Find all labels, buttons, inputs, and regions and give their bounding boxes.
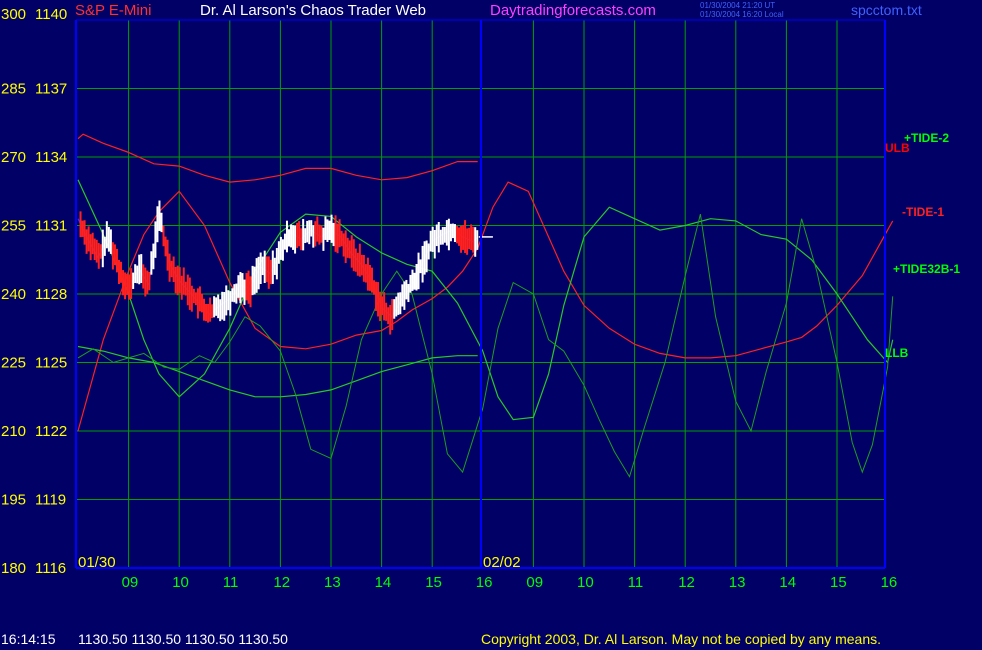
y-left-tick-label: 225 [1,355,26,372]
price-bars [79,200,493,335]
line-label: +TIDE-2 [904,131,949,145]
x-tick-label: 14 [779,574,796,591]
footer-time: 16:14:15 [1,631,56,647]
y-left-tick-label: 195 [1,492,26,509]
x-tick-label: 10 [577,574,594,591]
y-left-tick-label: 240 [1,286,26,303]
page-title: Dr. Al Larson's Chaos Trader Web [200,2,427,19]
y-right-tick-label: 1140 [35,6,67,23]
x-tick-label: 16 [476,574,493,591]
y-right-tick-label: 1116 [35,560,66,577]
local-time: 01/30/2004 16:20 Local [700,10,784,19]
x-tick-label: 10 [172,574,189,591]
y-right-tick-label: 1128 [35,286,67,303]
x-tick-label: 13 [729,574,746,591]
symbol-label: S&P E-Mini [75,2,152,19]
line-label: ULB [885,141,910,155]
ut-time: 01/30/2004 21:20 UT [700,1,776,10]
y-left-tick-label: 270 [1,149,26,166]
x-tick-label: 15 [425,574,442,591]
y-right-tick-label: 1131 [35,218,67,235]
copyright: Copyright 2003, Dr. Al Larson. May not b… [481,631,882,647]
y-right-tick-label: 1122 [35,423,67,440]
file-name: spcctom.txt [851,2,922,18]
y-left-tick-label: 180 [1,560,26,577]
date-label: 02/02 [483,554,521,571]
y-right-tick-label: 1119 [35,492,66,509]
x-tick-label: 13 [324,574,341,591]
x-tick-label: 15 [830,574,847,591]
x-tick-label: 14 [375,574,392,591]
y-left-tick-label: 285 [1,81,26,98]
y-right-tick-label: 1137 [35,81,67,98]
y-left-tick-label: 210 [1,423,26,440]
footer-quote: 1130.50 1130.50 1130.50 1130.50 [78,631,288,647]
y-right-tick-label: 1125 [35,355,67,372]
y-left-tick-label: 255 [1,218,26,235]
y-left-tick-label: 300 [1,6,26,23]
x-tick-label: 16 [881,574,898,591]
line-label: -TIDE-1 [902,205,944,219]
series-line-tide32b-1 [77,213,894,478]
site-link[interactable]: Daytradingforecasts.com [490,2,656,19]
x-tick-label: 12 [273,574,290,591]
series-line-ulb [77,133,478,183]
x-tick-label: 12 [678,574,695,591]
x-tick-label: 11 [628,574,644,591]
y-right-tick-label: 1134 [35,149,67,166]
date-label: 01/30 [78,554,116,571]
line-label: LLB [885,346,909,360]
chart-area: 300 1140 285 1137 270 1134 255 1131 240 1128 225 11… [1,6,960,591]
x-tick-label: 09 [526,574,543,591]
x-tick-label: 09 [122,574,139,591]
x-tick-label: 11 [223,574,239,591]
line-label: +TIDE32B-1 [893,262,960,276]
series-line-llb [77,345,478,398]
